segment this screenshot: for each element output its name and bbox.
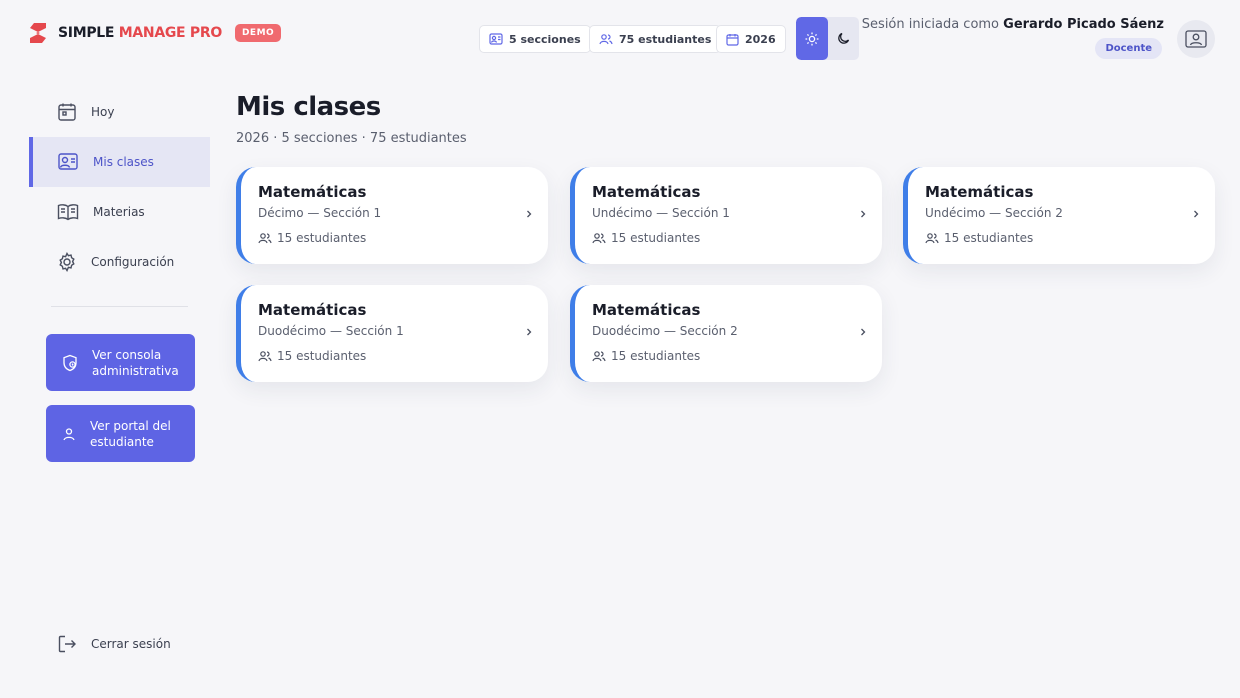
users-icon [258, 233, 272, 244]
card-section: Undécimo — Sección 1 [592, 206, 730, 220]
demo-badge: DEMO [234, 24, 282, 42]
chevron-right-icon [1194, 210, 1199, 218]
avatar[interactable] [1177, 20, 1215, 58]
sidebar-divider [51, 306, 188, 307]
sections-chip: 5 secciones [479, 25, 591, 53]
card-section: Duodécimo — Sección 2 [592, 324, 738, 338]
gear-icon [59, 252, 75, 272]
user-card-icon [1185, 30, 1207, 48]
shield-user-icon [63, 354, 77, 371]
card-subject: Matemáticas [592, 183, 701, 201]
sidebar-item-configuracion[interactable]: Configuración [29, 237, 210, 287]
class-card[interactable]: Matemáticas Undécimo — Sección 1 15 estu… [570, 167, 882, 264]
logo-icon [30, 23, 46, 43]
chevron-right-icon [527, 328, 532, 336]
chevron-right-icon [861, 210, 866, 218]
card-student-count: 15 estudiantes [592, 349, 700, 363]
class-card[interactable]: Matemáticas Décimo — Sección 1 15 estudi… [236, 167, 548, 264]
calendar-icon [58, 103, 76, 121]
page-subtitle: 2026 · 5 secciones · 75 estudiantes [236, 131, 467, 146]
users-icon [599, 34, 613, 45]
role-badge: Docente [1095, 38, 1162, 59]
book-icon [57, 204, 79, 221]
page-title: Mis clases [236, 92, 381, 122]
dark-theme-button[interactable] [828, 17, 860, 60]
user-icon [63, 427, 75, 440]
class-card[interactable]: Matemáticas Undécimo — Sección 2 15 estu… [903, 167, 1215, 264]
class-card[interactable]: Matemáticas Duodécimo — Sección 2 15 est… [570, 285, 882, 382]
card-student-count: 15 estudiantes [925, 231, 1033, 245]
card-subject: Matemáticas [258, 183, 367, 201]
brand-name: SIMPLE MANAGE PRO [58, 25, 222, 41]
logout-icon [58, 635, 76, 653]
chevron-right-icon [527, 210, 532, 218]
sections-icon [489, 33, 503, 45]
card-subject: Matemáticas [258, 301, 367, 319]
users-icon [592, 351, 606, 362]
logout-button[interactable]: Cerrar sesión [57, 634, 171, 654]
app-logo: SIMPLE MANAGE PRO DEMO [28, 21, 282, 45]
sidebar-item-mis-clases[interactable]: Mis clases [29, 137, 210, 187]
users-icon [925, 233, 939, 244]
sun-icon [805, 32, 819, 45]
card-student-count: 15 estudiantes [592, 231, 700, 245]
class-card[interactable]: Matemáticas Duodécimo — Sección 1 15 est… [236, 285, 548, 382]
users-icon [592, 233, 606, 244]
chevron-right-icon [861, 328, 866, 336]
card-subject: Matemáticas [592, 301, 701, 319]
session-info: Sesión iniciada como Gerardo Picado Sáen… [862, 17, 1164, 59]
moon-icon [837, 32, 849, 44]
admin-console-button[interactable]: Ver consola administrativa [46, 334, 195, 391]
card-section: Décimo — Sección 1 [258, 206, 382, 220]
card-section: Undécimo — Sección 2 [925, 206, 1063, 220]
year-chip: 2026 [716, 25, 786, 53]
class-icon [58, 153, 78, 170]
card-section: Duodécimo — Sección 1 [258, 324, 404, 338]
light-theme-button[interactable] [796, 17, 828, 60]
student-portal-button[interactable]: Ver portal del estudiante [46, 405, 195, 462]
card-student-count: 15 estudiantes [258, 349, 366, 363]
users-icon [258, 351, 272, 362]
students-chip: 75 estudiantes [589, 25, 722, 53]
theme-toggle[interactable] [796, 17, 859, 60]
calendar-icon [726, 33, 739, 46]
sidebar-item-hoy[interactable]: Hoy [29, 87, 210, 137]
session-user-line: Sesión iniciada como Gerardo Picado Sáen… [861, 17, 1164, 32]
card-subject: Matemáticas [925, 183, 1034, 201]
card-student-count: 15 estudiantes [258, 231, 366, 245]
sidebar-item-materias[interactable]: Materias [29, 187, 210, 237]
